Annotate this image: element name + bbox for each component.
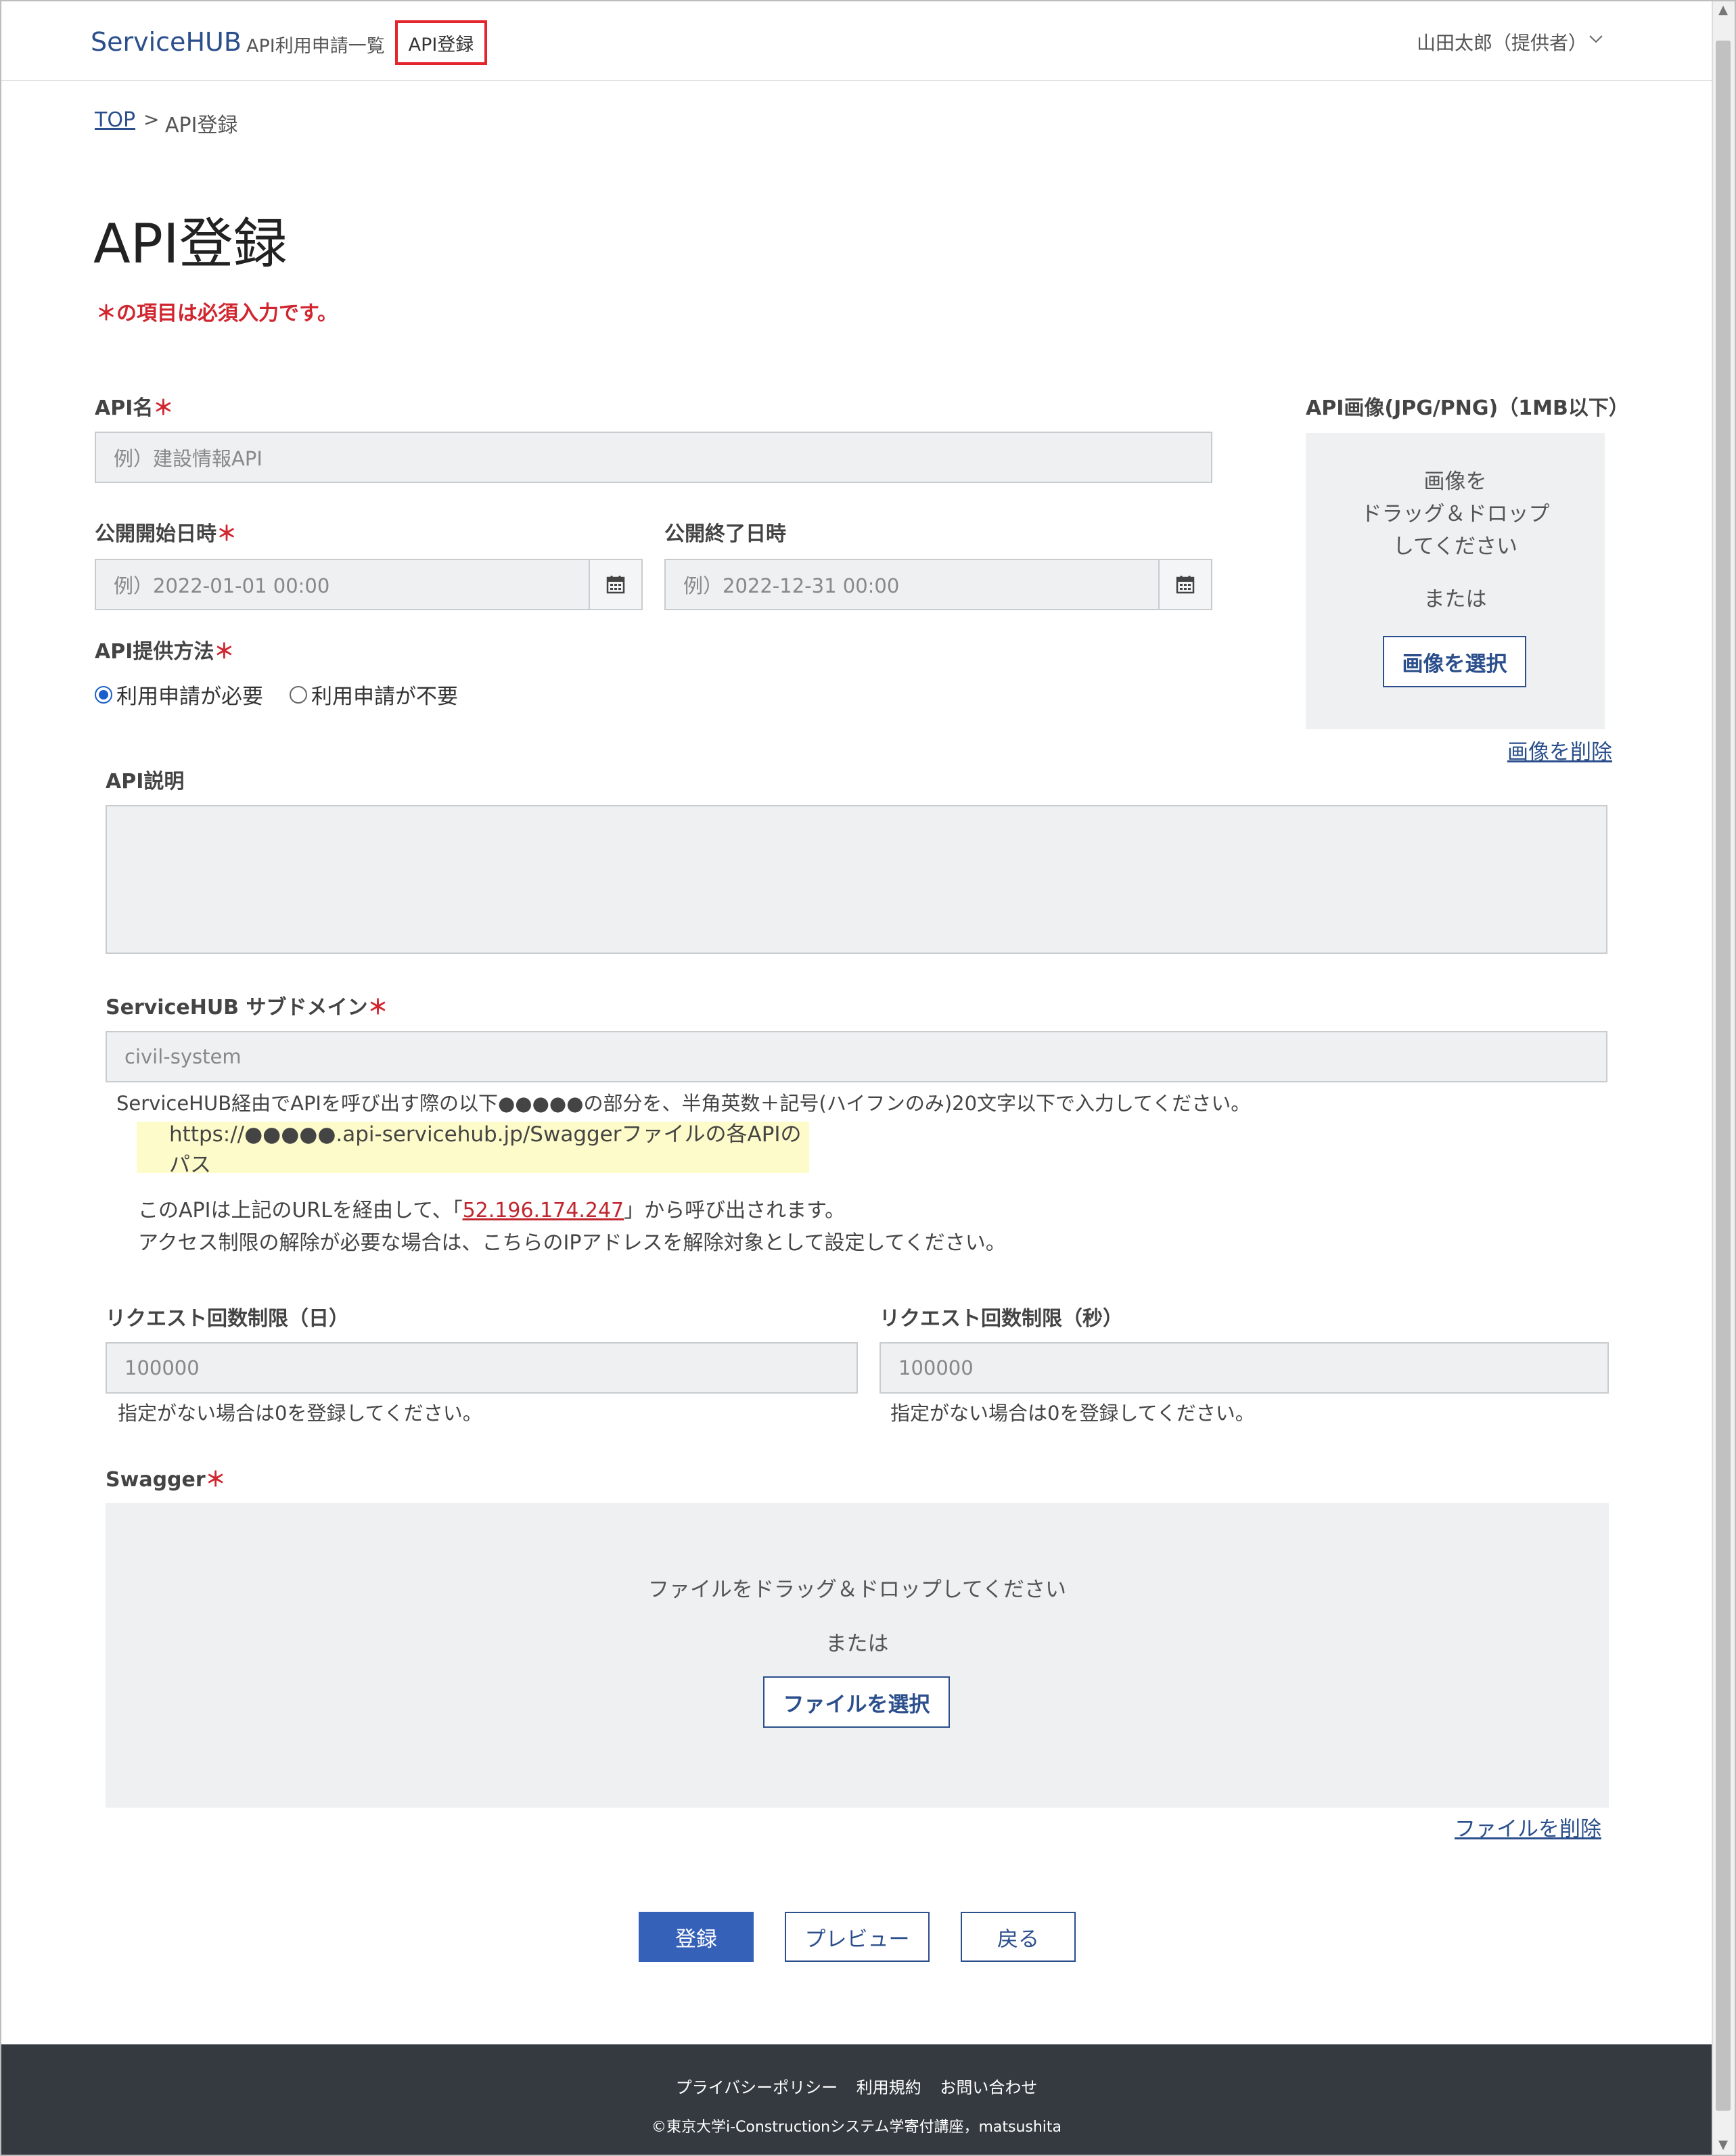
delete-image-link[interactable]: 画像を削除 (1507, 735, 1612, 765)
subdomain-input[interactable]: civil-system (106, 1031, 1607, 1082)
breadcrumb-current: API登録 (165, 114, 238, 137)
radio-application-not-required[interactable]: 利用申請が不要 (290, 679, 458, 710)
nav-api-application-list[interactable]: API利用申請一覧 (246, 31, 385, 58)
required-mark: ＊ (205, 1468, 226, 1492)
required-mark: ＊ (153, 396, 174, 420)
swagger-label: Swagger＊ (106, 1468, 226, 1492)
user-menu[interactable]: 山田太郎（提供者） (1417, 28, 1587, 55)
required-mark: ＊ (214, 640, 235, 664)
calendar-icon (1176, 576, 1195, 594)
delete-file-link[interactable]: ファイルを削除 (1455, 1812, 1601, 1842)
image-drop-text-1: 画像を (1423, 469, 1487, 494)
api-description-textarea[interactable] (106, 805, 1607, 954)
select-image-button[interactable]: 画像を選択 (1383, 636, 1526, 687)
subdomain-help-text: ServiceHUB経由でAPIを呼び出す際の以下●●●●●の部分を、半角英数＋… (116, 1092, 1251, 1115)
limit-per-second-input[interactable]: 100000 (880, 1342, 1609, 1394)
limit-per-second-help: 指定がない場合は0を登録してください。 (890, 1402, 1255, 1425)
breadcrumb-separator: > (143, 108, 160, 131)
footer-link-privacy[interactable]: プライバシーポリシー (676, 2078, 838, 2097)
copyright-text: ©東京大学i-Constructionシステム学寄付講座，matsushita (651, 2119, 1062, 2136)
provide-method-label: API提供方法＊ (95, 640, 235, 664)
back-button[interactable]: 戻る (961, 1912, 1076, 1962)
calendar-icon (606, 576, 625, 594)
start-date-input[interactable]: 例）2022-01-01 00:00 (95, 559, 590, 610)
footer-link-terms[interactable]: 利用規約 (856, 2078, 921, 2097)
start-date-label: 公開開始日時＊ (95, 522, 237, 546)
api-image-label: API画像(JPG/PNG)（1MB以下） (1306, 396, 1629, 420)
image-drop-text-2: ドラッグ＆ドロップ (1361, 502, 1550, 526)
swagger-or-text: または (825, 1632, 889, 1656)
radio-unselected-icon[interactable] (290, 685, 307, 704)
end-date-calendar-button[interactable] (1158, 559, 1212, 610)
ip-info-line2: アクセス制限の解除が必要な場合は、こちらのIPアドレスを解除対象として設定してく… (138, 1231, 1006, 1255)
required-note: ＊の項目は必須入力です。 (96, 302, 338, 325)
footer-links: プライバシーポリシー 利用規約 お問い合わせ (1, 2074, 1712, 2098)
page-title: API登録 (93, 212, 288, 275)
url-example-box: https://●●●●●.api-servicehub.jp/Swaggerフ… (137, 1122, 809, 1177)
subdomain-label: ServiceHUB サブドメイン＊ (106, 996, 388, 1019)
ip-address-link[interactable]: 52.196.174.247 (463, 1199, 624, 1222)
preview-button[interactable]: プレビュー (785, 1912, 930, 1962)
ip-info-line1: このAPIは上記のURLを経由して、「52.196.174.247」から呼び出さ… (138, 1199, 846, 1222)
breadcrumb-top-link[interactable]: TOP (95, 108, 135, 132)
required-mark: ＊ (367, 996, 388, 1019)
api-name-input[interactable]: 例）建設情報API (95, 432, 1212, 483)
chevron-down-icon[interactable] (1589, 31, 1603, 46)
top-nav-bar: ServiceHUB API利用申請一覧 API登録 山田太郎（提供者） (1, 1, 1712, 81)
api-name-label: API名＊ (95, 396, 174, 420)
scroll-down-arrow-icon[interactable]: ▼ (1716, 2138, 1731, 2153)
footer: プライバシーポリシー 利用規約 お問い合わせ ©東京大学i-Constructi… (1, 2044, 1712, 2155)
limit-per-day-label: リクエスト回数制限（日） (106, 1307, 349, 1331)
limit-per-day-input[interactable]: 100000 (106, 1342, 858, 1394)
api-description-label: API説明 (106, 770, 185, 794)
footer-link-contact[interactable]: お問い合わせ (940, 2078, 1037, 2097)
scroll-up-arrow-icon[interactable]: ▲ (1716, 3, 1731, 18)
radio-selected-icon[interactable] (95, 685, 112, 704)
radio-application-required[interactable]: 利用申請が必要 (95, 679, 263, 710)
scrollbar-thumb[interactable] (1716, 41, 1731, 2111)
start-date-calendar-button[interactable] (589, 559, 643, 610)
register-button[interactable]: 登録 (639, 1912, 754, 1962)
end-date-input[interactable]: 例）2022-12-31 00:00 (664, 559, 1160, 610)
brand-logo[interactable]: ServiceHUB (91, 27, 242, 57)
swagger-drop-zone[interactable]: ファイルをドラッグ＆ドロップしてください または (106, 1503, 1609, 1808)
end-date-label: 公開終了日時 (664, 522, 786, 546)
image-or-text: または (1423, 587, 1487, 612)
limit-per-day-help: 指定がない場合は0を登録してください。 (118, 1402, 482, 1425)
nav-api-register[interactable]: API登録 (395, 20, 487, 65)
limit-per-second-label: リクエスト回数制限（秒） (880, 1307, 1123, 1331)
image-drop-text-3: してください (1392, 534, 1518, 559)
select-file-button[interactable]: ファイルを選択 (763, 1676, 950, 1728)
required-mark: ＊ (216, 522, 237, 546)
swagger-drop-text: ファイルをドラッグ＆ドロップしてください (647, 1578, 1067, 1602)
